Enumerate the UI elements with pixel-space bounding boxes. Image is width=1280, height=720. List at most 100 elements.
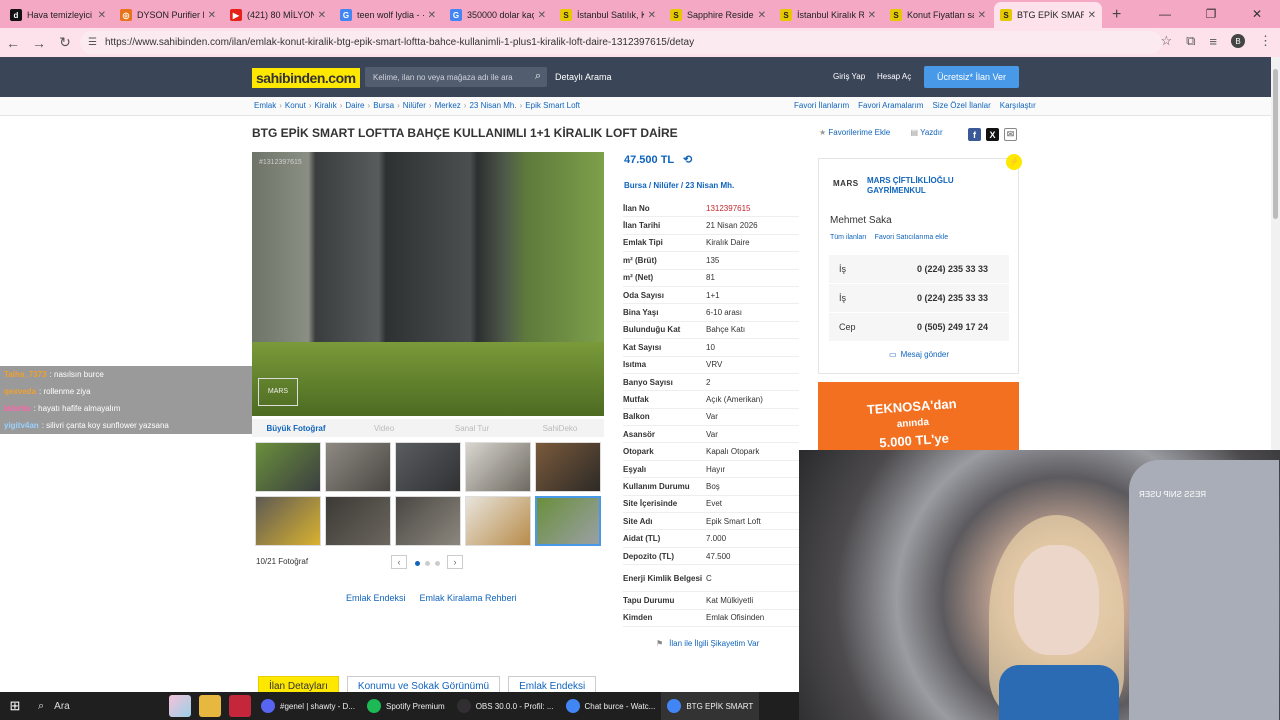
photo-thumbnail[interactable] xyxy=(325,496,391,546)
breadcrumb-item[interactable]: Kiralık xyxy=(314,101,336,110)
browser-tab[interactable]: S İstanbul Kiralık Re ✕ xyxy=(774,2,882,28)
login-link[interactable]: Giriş Yap xyxy=(833,72,865,81)
forward-icon[interactable]: → xyxy=(26,35,52,51)
taskbar-app[interactable]: Spotify Premium xyxy=(361,692,451,720)
tab-close-icon[interactable]: ✕ xyxy=(98,10,106,21)
browser-tab[interactable]: d Hava temizleyici ά ✕ xyxy=(4,2,112,28)
page-scrollbar[interactable] xyxy=(1271,57,1280,450)
browser-tab[interactable]: Gteen wolf lydia - · ✕ xyxy=(334,2,442,28)
site-info-icon[interactable]: ☰ xyxy=(88,37,97,48)
tab-close-icon[interactable]: ✕ xyxy=(208,10,216,21)
restore-icon[interactable]: ❐ xyxy=(1188,7,1234,21)
phone-number[interactable]: 0 (224) 235 33 33 xyxy=(917,264,988,274)
print-link[interactable]: Yazdır xyxy=(920,128,943,137)
menu-icon[interactable]: ⋮ xyxy=(1259,33,1272,49)
taskbar-app[interactable]: #genel | shawty - D... xyxy=(255,692,361,720)
search-icon[interactable]: ⌕ xyxy=(535,70,541,83)
phone-number[interactable]: 0 (505) 249 17 24 xyxy=(917,322,988,332)
user-link[interactable]: Karşılaştır xyxy=(1000,101,1036,110)
media-icon[interactable]: ≡ xyxy=(1209,34,1217,49)
seller-firm[interactable]: MARS ÇİFTLİKLİOĞLU GAYRİMENKUL xyxy=(867,176,997,196)
send-message-link[interactable]: ▭ Mesaj gönder xyxy=(889,350,949,359)
browser-tab[interactable]: S Sapphire Residen ✕ xyxy=(664,2,772,28)
tab-close-icon[interactable]: ✕ xyxy=(758,10,766,21)
browser-tab[interactable]: ◎ DYSON Purifier H ✕ xyxy=(114,2,222,28)
endeks-link[interactable]: Emlak Kiralama Rehberi xyxy=(420,593,517,603)
taskbar-app[interactable]: Chat burce - Watc... xyxy=(560,692,662,720)
tab-close-icon[interactable]: ✕ xyxy=(538,10,546,21)
photo-thumbnail[interactable] xyxy=(465,496,531,546)
tab-close-icon[interactable]: ✕ xyxy=(978,10,986,21)
browser-tab[interactable]: G 350000 dolar kaç ✕ xyxy=(444,2,552,28)
windows-start-icon[interactable]: ⊞ xyxy=(0,698,30,714)
prev-page-icon[interactable]: ‹ xyxy=(391,555,407,569)
photo-tab[interactable]: Büyük Fotoğraf xyxy=(252,424,340,433)
widget-icon[interactable] xyxy=(169,695,191,717)
location-link[interactable]: Bursa xyxy=(624,181,647,190)
price-history-icon[interactable]: ⟲ xyxy=(683,154,692,166)
post-ad-button[interactable]: Ücretsiz* İlan Ver xyxy=(924,66,1019,88)
page-dot[interactable] xyxy=(435,561,440,566)
app-icon[interactable] xyxy=(229,695,251,717)
photo-thumbnail[interactable] xyxy=(325,442,391,492)
register-link[interactable]: Hesap Aç xyxy=(877,72,911,81)
breadcrumb-item[interactable]: Bursa xyxy=(373,101,394,110)
page-dot[interactable] xyxy=(425,561,430,566)
breadcrumb-item[interactable]: Epik Smart Loft xyxy=(525,101,580,110)
taskbar-app[interactable]: OBS 30.0.0 - Profil: ... xyxy=(451,692,560,720)
breadcrumb-item[interactable]: 23 Nisan Mh. xyxy=(469,101,516,110)
tab-close-icon[interactable]: ✕ xyxy=(1088,10,1096,21)
advanced-search-link[interactable]: Detaylı Arama xyxy=(555,72,612,82)
address-bar[interactable]: ☰ https://www.sahibinden.com/ilan/emlak-… xyxy=(80,31,1162,54)
complaint-link[interactable]: ⚑ İlan ile İlgili Şikayetim Var xyxy=(656,639,759,648)
photo-thumbnail[interactable] xyxy=(255,496,321,546)
reload-icon[interactable]: ↻ xyxy=(52,34,78,51)
tab-close-icon[interactable]: ✕ xyxy=(648,10,656,21)
add-favorite-link[interactable]: Favorilerime Ekle xyxy=(828,128,890,137)
main-photo[interactable]: #1312397615 MARS xyxy=(252,152,604,416)
next-page-icon[interactable]: › xyxy=(447,555,463,569)
breadcrumb-item[interactable]: Nilüfer xyxy=(403,101,426,110)
breadcrumb-item[interactable]: Konut xyxy=(285,101,306,110)
tab-close-icon[interactable]: ✕ xyxy=(868,10,876,21)
extensions-icon[interactable]: ⧉ xyxy=(1186,33,1195,49)
breadcrumb-item[interactable]: Daire xyxy=(345,101,364,110)
breadcrumb-item[interactable]: Merkez xyxy=(435,101,461,110)
taskbar-search[interactable]: ⌕ Ara xyxy=(30,692,165,720)
file-explorer-icon[interactable] xyxy=(199,695,221,717)
seller-logo[interactable]: MARS xyxy=(833,179,859,188)
browser-tab[interactable]: S BTG EPİK SMART ✕ xyxy=(994,2,1102,28)
back-icon[interactable]: ← xyxy=(0,35,26,51)
facebook-icon[interactable]: f xyxy=(968,128,981,141)
search-input[interactable]: Kelime, ilan no veya mağaza adı ile ara … xyxy=(365,67,547,87)
bookmark-star-icon[interactable]: ☆ xyxy=(1160,33,1172,49)
minimize-icon[interactable]: — xyxy=(1142,7,1188,21)
print-icon[interactable]: ▤ xyxy=(910,128,918,137)
photo-tab[interactable]: Video xyxy=(340,424,428,433)
profile-avatar[interactable]: B xyxy=(1231,34,1245,48)
photo-thumbnail[interactable] xyxy=(255,442,321,492)
breadcrumb-item[interactable]: Emlak xyxy=(254,101,276,110)
scroll-thumb[interactable] xyxy=(1273,69,1278,219)
photo-tab[interactable]: Sanal Tur xyxy=(428,424,516,433)
favorite-star-icon[interactable]: ★ xyxy=(819,128,826,137)
endeks-link[interactable]: Emlak Endeksi xyxy=(346,593,406,603)
browser-tab[interactable]: S İstanbul Satılık, Ki ✕ xyxy=(554,2,662,28)
tab-close-icon[interactable]: ✕ xyxy=(318,10,326,21)
ad-banner[interactable]: TEKNOSA'dan anında 5.000 TL'ye xyxy=(818,382,1019,452)
photo-thumbnail[interactable] xyxy=(535,442,601,492)
location-link[interactable]: Nilüfer xyxy=(653,181,678,190)
x-twitter-icon[interactable]: X xyxy=(986,128,999,141)
user-link[interactable]: Size Özel İlanlar xyxy=(932,101,990,110)
user-link[interactable]: Favori İlanlarım xyxy=(794,101,849,110)
photo-thumbnail[interactable] xyxy=(465,442,531,492)
browser-tab[interactable]: S Konut Fiyatları sa ✕ xyxy=(884,2,992,28)
phone-number[interactable]: 0 (224) 235 33 33 xyxy=(917,293,988,303)
page-dot[interactable] xyxy=(415,561,420,566)
photo-tab[interactable]: SahiDeko xyxy=(516,424,604,433)
photo-thumbnail[interactable] xyxy=(395,496,461,546)
photo-thumbnail[interactable] xyxy=(535,496,601,546)
agent-link[interactable]: Tüm ilanları xyxy=(830,234,867,241)
mail-icon[interactable]: ✉ xyxy=(1004,128,1017,141)
agent-link[interactable]: Favori Satıcılarıma ekle xyxy=(875,234,949,241)
